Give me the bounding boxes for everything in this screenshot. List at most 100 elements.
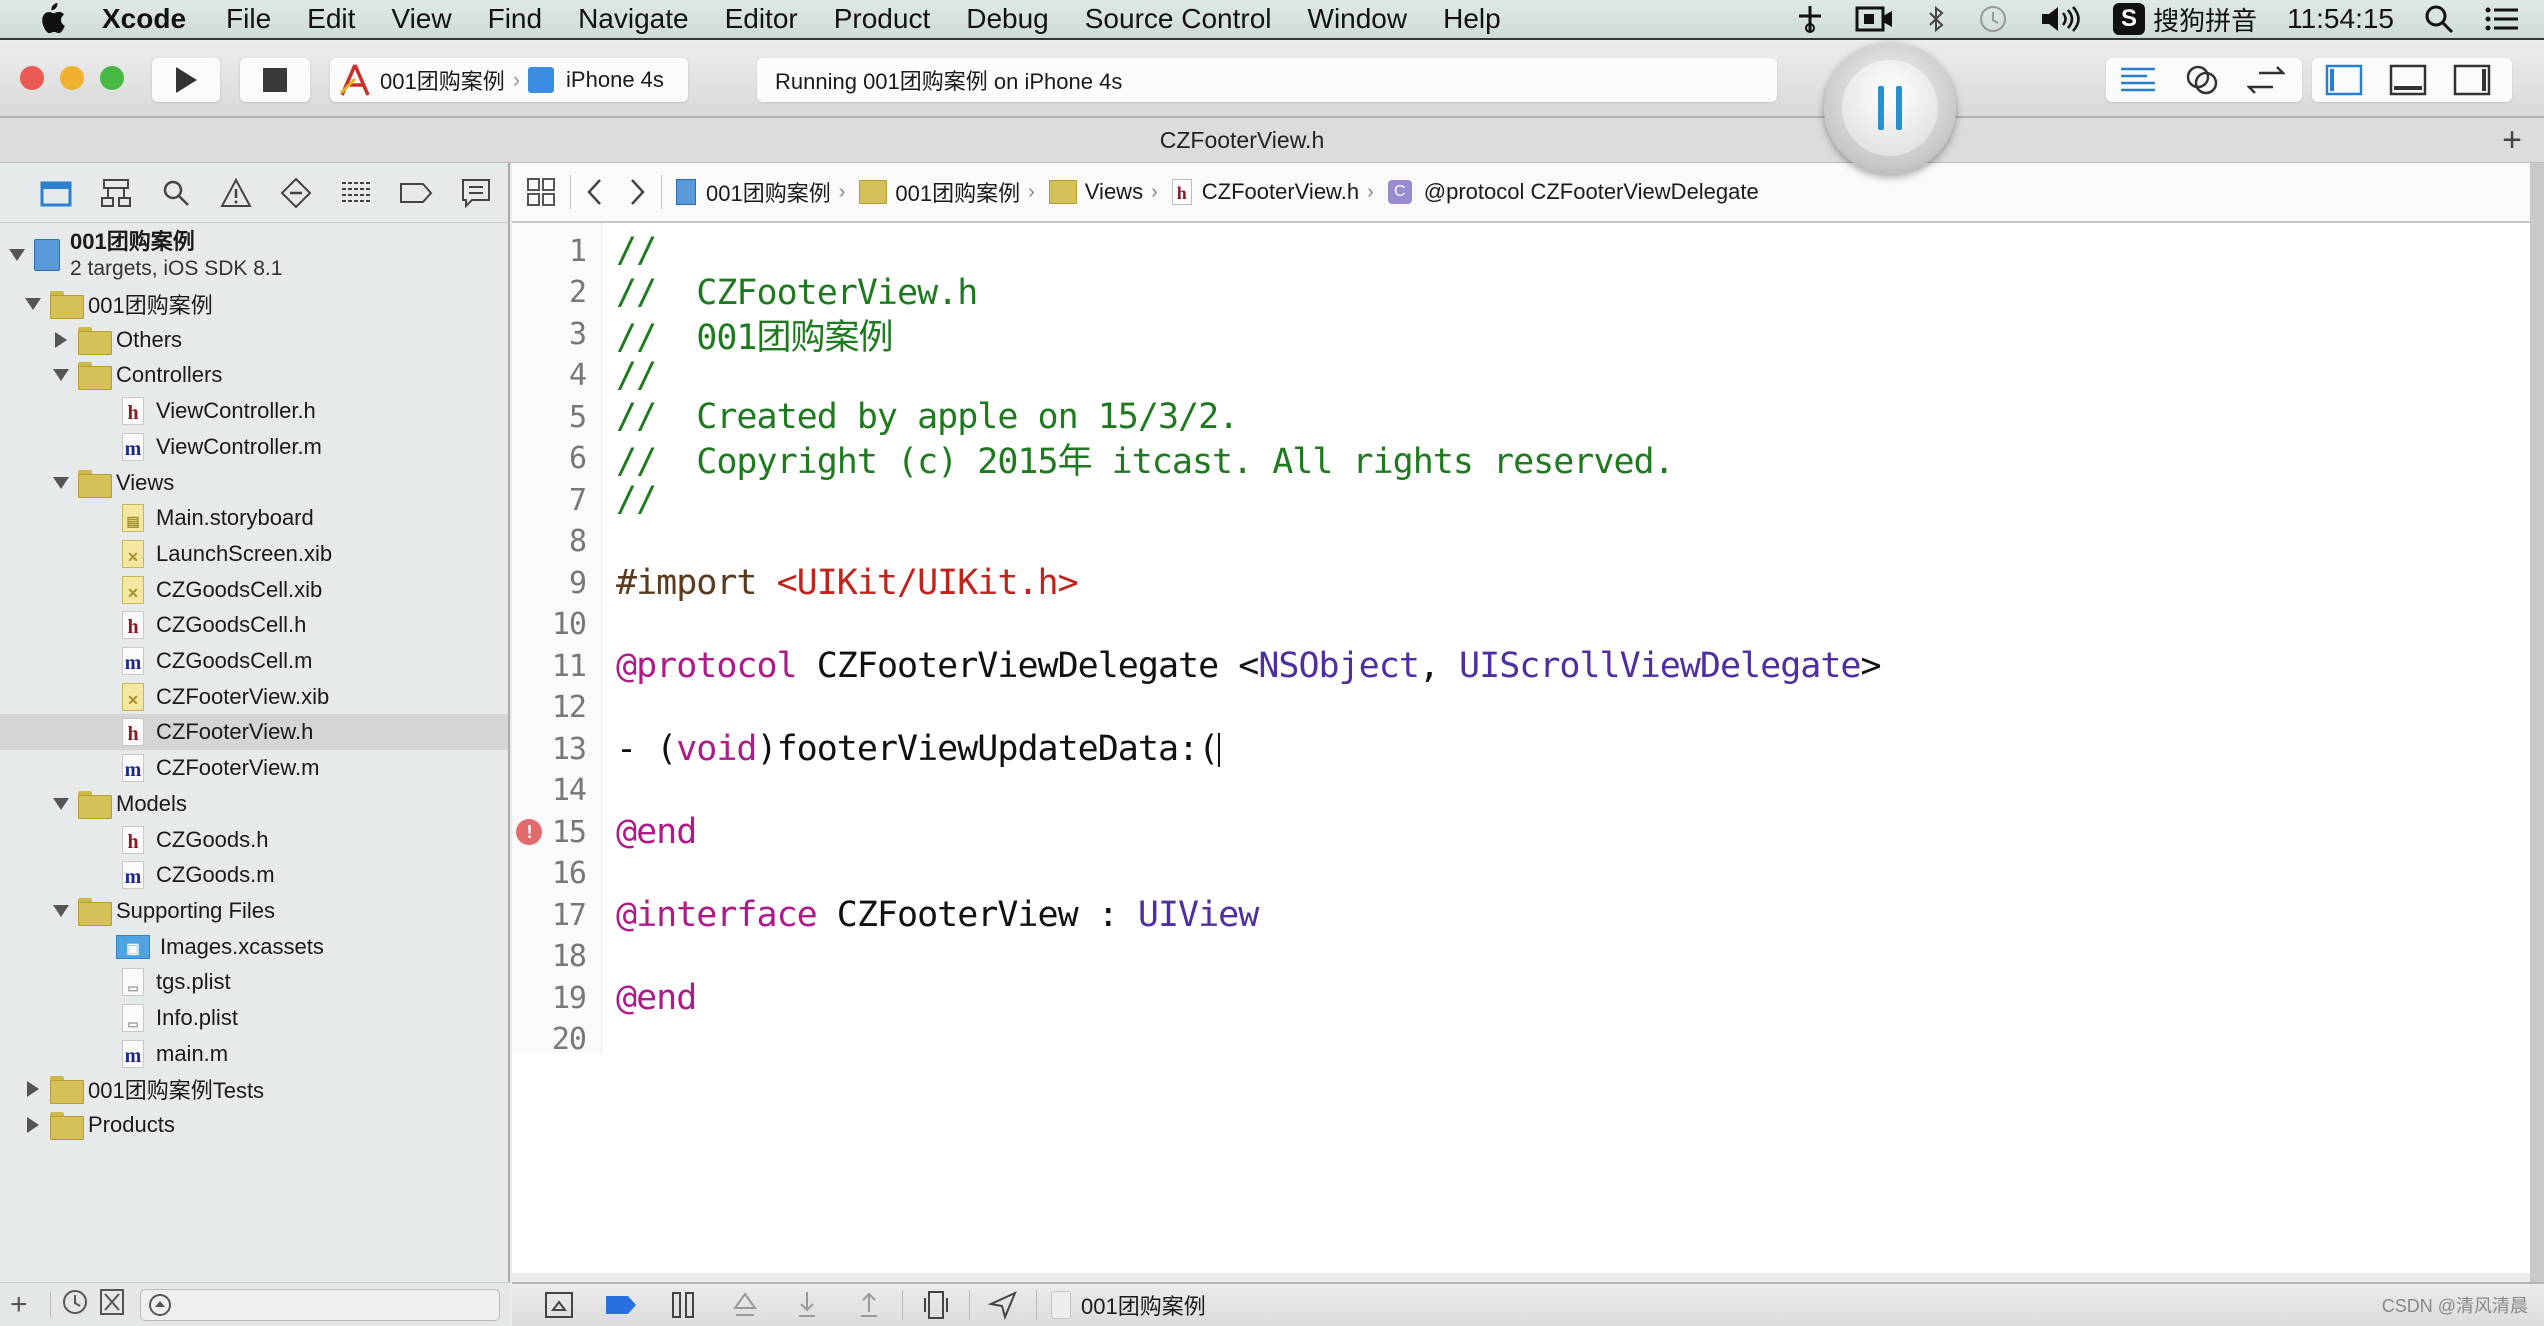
code-line[interactable]: 17 @interface CZFooterView : UIView xyxy=(512,895,2512,935)
navigator-group-row[interactable]: Products xyxy=(0,1107,508,1143)
navigator-file-row[interactable]: h CZGoods.h xyxy=(0,822,508,858)
debug-navigator-tab[interactable] xyxy=(326,169,386,217)
code-line[interactable]: 6 // Copyright (c) 2015年 itcast. All righ… xyxy=(512,439,2512,482)
new-tab-button[interactable]: + xyxy=(2494,121,2530,159)
navigator-group-row[interactable]: Others xyxy=(0,322,508,358)
disclosure-open-icon[interactable] xyxy=(24,295,42,313)
code-line[interactable]: 11 @protocol CZFooterViewDelegate <NSObje… xyxy=(512,646,2512,686)
code-line[interactable]: 8 xyxy=(512,522,2512,562)
navigator-file-row[interactable]: ▤ Main.storyboard xyxy=(0,500,508,536)
code-line[interactable]: 16 xyxy=(512,854,2512,894)
code-line[interactable]: 10 xyxy=(512,605,2512,645)
disclosure-open-icon[interactable] xyxy=(52,795,70,813)
code-line[interactable]: 7 // xyxy=(512,480,2512,520)
test-navigator-tab[interactable] xyxy=(266,169,326,217)
screen-recorder-pause-button[interactable] xyxy=(1824,42,1956,174)
navigator-file-row[interactable]: m ViewController.m xyxy=(0,429,508,465)
report-navigator-tab[interactable] xyxy=(446,169,506,217)
code-line[interactable]: 19 @end xyxy=(512,978,2512,1018)
breadcrumb-views[interactable]: Views › xyxy=(1048,179,1166,205)
version-editor-button[interactable] xyxy=(2234,58,2298,102)
tab-czfooterview-h[interactable]: CZFooterView.h xyxy=(0,118,2484,163)
add-file-button[interactable]: + xyxy=(10,1288,40,1322)
navigator-group-row[interactable]: Supporting Files xyxy=(0,893,508,929)
scheme-selector[interactable]: 001团购案例 › iPhone 4s xyxy=(330,58,688,102)
symbol-navigator-tab[interactable] xyxy=(86,169,146,217)
breadcrumb-file[interactable]: h CZFooterView.h › xyxy=(1171,179,1382,205)
menu-source-control[interactable]: Source Control xyxy=(1085,3,1272,35)
assistant-editor-button[interactable] xyxy=(2170,58,2234,102)
code-line[interactable]: 3 // 001团购案例 xyxy=(512,314,2512,358)
navigator-file-row[interactable]: m CZFooterView.m xyxy=(0,750,508,786)
toggle-utilities-button[interactable] xyxy=(2440,58,2504,102)
breakpoint-navigator-tab[interactable] xyxy=(386,169,446,217)
zoom-window-button[interactable] xyxy=(100,66,124,90)
navigator-file-row[interactable]: ▭ Info.plist xyxy=(0,1000,508,1036)
navigator-group-row[interactable]: Models xyxy=(0,786,508,822)
run-button[interactable] xyxy=(152,58,220,102)
code-line[interactable]: 14 xyxy=(512,771,2512,811)
apple-menu-icon[interactable] xyxy=(34,2,68,36)
source-editor[interactable]: 1 // 2 // CZFooterView.h 3 // 001团购案例 4 // 5 // C… xyxy=(512,223,2530,1273)
menu-edit[interactable]: Edit xyxy=(307,3,355,35)
navigator-file-row[interactable]: m CZGoodsCell.m xyxy=(0,643,508,679)
menu-product[interactable]: Product xyxy=(834,3,931,35)
navigator-file-row[interactable]: h CZGoodsCell.h xyxy=(0,607,508,643)
code-line[interactable]: 18 xyxy=(512,937,2512,977)
menu-clock[interactable]: 11:54:15 xyxy=(2287,3,2394,35)
debug-process-label[interactable]: 001团购案例 xyxy=(1081,1289,1206,1321)
error-indicator-icon[interactable]: ! xyxy=(516,819,542,845)
disclosure-closed-icon[interactable] xyxy=(24,1080,42,1098)
navigator-group-row[interactable]: Views xyxy=(0,465,508,501)
breadcrumb-symbol[interactable]: C @protocol CZFooterViewDelegate xyxy=(1387,179,1759,205)
scm-filter-icon[interactable] xyxy=(99,1288,125,1321)
navigator-file-row[interactable]: ▭ tgs.plist xyxy=(0,964,508,1000)
code-line[interactable]: 4 // xyxy=(512,356,2512,396)
close-window-button[interactable] xyxy=(20,66,44,90)
navigator-group-row[interactable]: Controllers xyxy=(0,357,508,393)
code-line[interactable]: 2 // CZFooterView.h xyxy=(512,273,2512,313)
menu-find[interactable]: Find xyxy=(488,3,542,35)
issue-navigator-tab[interactable] xyxy=(206,169,266,217)
navigator-file-row[interactable]: ▣ Images.xcassets xyxy=(0,929,508,965)
spotlight-search-icon[interactable] xyxy=(2424,4,2454,34)
video-record-icon[interactable] xyxy=(1855,4,1895,34)
navigator-filter-input[interactable] xyxy=(140,1289,500,1321)
navigator-file-row[interactable]: h ViewController.h xyxy=(0,393,508,429)
code-line[interactable]: ! 15 @end xyxy=(512,812,2512,852)
hide-debug-area-button[interactable] xyxy=(528,1285,590,1325)
bluetooth-icon[interactable] xyxy=(1925,4,1947,34)
simulate-location-button[interactable] xyxy=(972,1285,1034,1325)
related-items-button[interactable] xyxy=(526,177,556,207)
forward-button[interactable] xyxy=(629,177,647,207)
navigator-group-row[interactable]: 001团购案例 xyxy=(0,286,508,322)
back-button[interactable] xyxy=(585,177,603,207)
view-debugger-button[interactable] xyxy=(905,1285,967,1325)
code-line[interactable]: 1 // xyxy=(512,231,2512,271)
minimize-window-button[interactable] xyxy=(60,66,84,90)
breadcrumb-project[interactable]: 001团购案例 › xyxy=(676,176,853,208)
notification-center-icon[interactable] xyxy=(2484,4,2520,34)
code-line[interactable]: 5 // Created by apple on 15/3/2. xyxy=(512,397,2512,437)
code-line[interactable]: 12 xyxy=(512,688,2512,728)
menu-window[interactable]: Window xyxy=(1308,3,1408,35)
navigator-file-row[interactable]: m main.m xyxy=(0,1036,508,1072)
navigator-file-row[interactable]: ✕ CZFooterView.xib xyxy=(0,679,508,715)
disclosure-open-icon[interactable] xyxy=(52,902,70,920)
toggle-debug-area-button[interactable] xyxy=(2376,58,2440,102)
code-line[interactable]: 20 xyxy=(512,1020,2512,1060)
toggle-navigator-button[interactable] xyxy=(2312,58,2376,102)
project-root-row[interactable]: 001团购案例 2 targets, iOS SDK 8.1 xyxy=(0,227,508,283)
disclosure-closed-icon[interactable] xyxy=(24,1116,42,1134)
disclosure-open-icon[interactable] xyxy=(52,474,70,492)
navigator-group-row[interactable]: 001团购案例Tests xyxy=(0,1071,508,1107)
step-over-button[interactable] xyxy=(714,1285,776,1325)
scissor-tool-icon[interactable] xyxy=(1795,4,1825,34)
step-out-button[interactable] xyxy=(838,1285,900,1325)
input-method-menu[interactable]: S 搜狗拼音 xyxy=(2113,1,2257,38)
code-line[interactable]: 9 #import <UIKit/UIKit.h> xyxy=(512,563,2512,603)
menu-debug[interactable]: Debug xyxy=(966,3,1049,35)
disclosure-closed-icon[interactable] xyxy=(52,331,70,349)
find-navigator-tab[interactable] xyxy=(146,169,206,217)
navigator-file-row[interactable]: ✕ CZGoodsCell.xib xyxy=(0,572,508,608)
